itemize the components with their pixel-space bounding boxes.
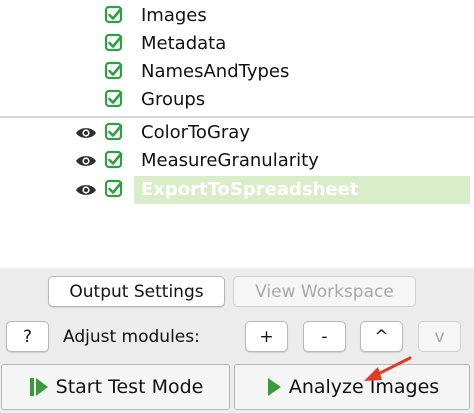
- start-test-mode-label: Start Test Mode: [55, 376, 204, 398]
- checkbox-checked-icon[interactable]: [104, 33, 124, 53]
- module-label: ExportToSpreadsheet: [141, 179, 359, 200]
- checkbox-checked-icon[interactable]: [104, 5, 124, 25]
- help-button[interactable]: ?: [6, 321, 49, 352]
- analyze-images-button[interactable]: Analyze Images: [234, 364, 470, 410]
- eye-icon[interactable]: [75, 153, 97, 169]
- checkbox-checked-icon[interactable]: [104, 150, 124, 170]
- pipeline-module-list: Images Metadata NamesAndTypes Groups Col…: [0, 0, 474, 268]
- module-label: Images: [141, 5, 207, 26]
- module-row-images[interactable]: Images: [0, 2, 474, 30]
- analyze-images-label: Analyze Images: [288, 376, 440, 398]
- test-mode-play-icon: [29, 378, 48, 396]
- module-row-measuregranularity[interactable]: MeasureGranularity: [0, 147, 474, 175]
- checkbox-checked-icon[interactable]: [104, 122, 124, 142]
- adjust-modules-label: Adjust modules:: [63, 327, 200, 347]
- checkbox-checked-icon[interactable]: [104, 61, 124, 81]
- module-row-groups[interactable]: Groups: [0, 86, 474, 114]
- add-module-button[interactable]: +: [245, 321, 288, 352]
- move-module-down-button[interactable]: v: [418, 321, 461, 352]
- output-settings-button[interactable]: Output Settings: [48, 276, 225, 307]
- module-row-colortogray[interactable]: ColorToGray: [0, 119, 474, 147]
- remove-module-button[interactable]: -: [303, 321, 346, 352]
- module-label: NamesAndTypes: [141, 61, 290, 82]
- module-row-namesandtypes[interactable]: NamesAndTypes: [0, 58, 474, 86]
- module-row-metadata[interactable]: Metadata: [0, 30, 474, 58]
- checkbox-checked-icon[interactable]: [104, 89, 124, 109]
- checkbox-checked-icon[interactable]: [104, 179, 124, 199]
- play-icon: [267, 378, 281, 396]
- eye-icon[interactable]: [75, 125, 97, 141]
- module-label: MeasureGranularity: [141, 150, 319, 171]
- module-label: Metadata: [141, 33, 227, 54]
- module-label: Groups: [141, 89, 206, 110]
- start-test-mode-button[interactable]: Start Test Mode: [1, 364, 230, 410]
- module-row-exporttospreadsheet[interactable]: ExportToSpreadsheet: [0, 176, 474, 204]
- input-modules-divider: [0, 116, 474, 118]
- move-module-up-button[interactable]: ^: [360, 321, 403, 352]
- eye-icon[interactable]: [75, 182, 97, 198]
- module-label: ColorToGray: [141, 122, 250, 143]
- view-workspace-button[interactable]: View Workspace: [233, 276, 416, 307]
